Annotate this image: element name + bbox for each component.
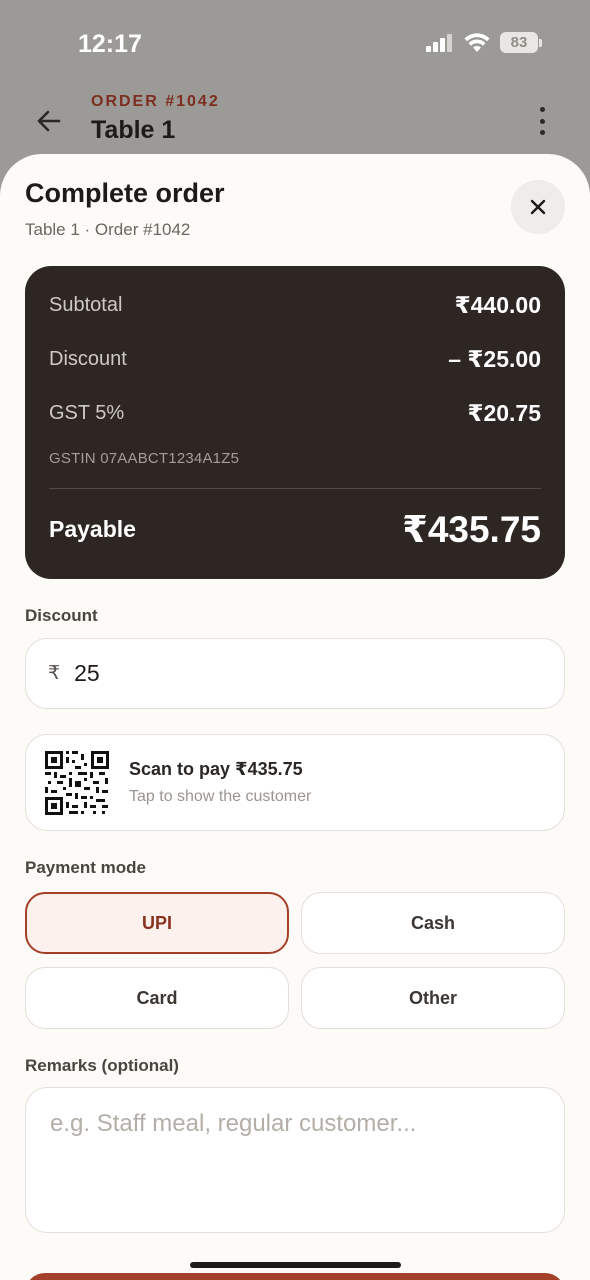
gst-row: GST 5% ₹20.75 <box>49 400 541 427</box>
payment-mode-label: Payment mode <box>25 858 146 877</box>
order-header: ORDER #1042 Table 1 <box>0 88 590 158</box>
summary-divider <box>49 488 541 489</box>
subtotal-row: Subtotal ₹440.00 <box>49 292 541 319</box>
sheet-title: Complete order <box>25 178 225 208</box>
qr-code-icon <box>44 750 110 816</box>
scan-to-pay-card[interactable]: Scan to pay ₹435.75 Tap to show the cust… <box>25 734 565 831</box>
payment-mode-upi[interactable]: UPI <box>25 892 289 954</box>
battery-icon: 83 <box>500 32 542 53</box>
back-arrow-icon[interactable] <box>34 106 64 136</box>
more-menu-icon[interactable] <box>532 104 552 138</box>
qr-title: Scan to pay ₹435.75 <box>129 759 303 779</box>
close-button[interactable] <box>511 180 565 234</box>
status-time: 12:17 <box>78 30 142 58</box>
order-tag: ORDER #1042 <box>91 93 220 110</box>
close-icon <box>530 199 546 215</box>
gst-value: ₹20.75 <box>467 400 541 426</box>
rupee-prefix: ₹ <box>48 663 61 684</box>
complete-order-button[interactable] <box>25 1273 565 1280</box>
signal-icon <box>426 33 452 52</box>
bill-summary-card: Subtotal ₹440.00 Discount – ₹25.00 GST 5… <box>25 266 565 579</box>
sheet-subtitle: Table 1 · Order #1042 <box>25 220 191 239</box>
discount-value: – ₹25.00 <box>448 346 541 372</box>
page-title: Table 1 <box>91 116 176 144</box>
qr-subtitle: Tap to show the customer <box>129 788 312 805</box>
subtotal-value: ₹440.00 <box>454 292 541 318</box>
discount-input[interactable] <box>74 660 475 687</box>
wifi-icon <box>464 32 490 52</box>
remarks-input[interactable] <box>25 1087 565 1233</box>
discount-label: Discount <box>49 348 127 370</box>
payable-row: Payable ₹435.75 <box>49 508 541 551</box>
discount-field[interactable]: ₹ <box>25 638 565 709</box>
complete-order-sheet: Complete order Table 1 · Order #1042 Sub… <box>0 154 590 1280</box>
home-indicator <box>190 1262 401 1268</box>
payment-mode-other[interactable]: Other <box>301 967 565 1029</box>
status-bar: 12:17 83 <box>0 0 590 88</box>
discount-row: Discount – ₹25.00 <box>49 346 541 373</box>
payable-value: ₹435.75 <box>402 509 541 550</box>
payment-mode-card[interactable]: Card <box>25 967 289 1029</box>
status-icons: 83 <box>426 32 542 53</box>
gstin-text: GSTIN 07AABCT1234A1Z5 <box>49 450 240 467</box>
battery-level: 83 <box>500 32 538 53</box>
gst-label: GST 5% <box>49 402 125 424</box>
subtotal-label: Subtotal <box>49 294 123 316</box>
remarks-label: Remarks (optional) <box>25 1056 179 1075</box>
payable-label: Payable <box>49 516 136 542</box>
discount-field-label: Discount <box>25 606 98 625</box>
payment-mode-cash[interactable]: Cash <box>301 892 565 954</box>
